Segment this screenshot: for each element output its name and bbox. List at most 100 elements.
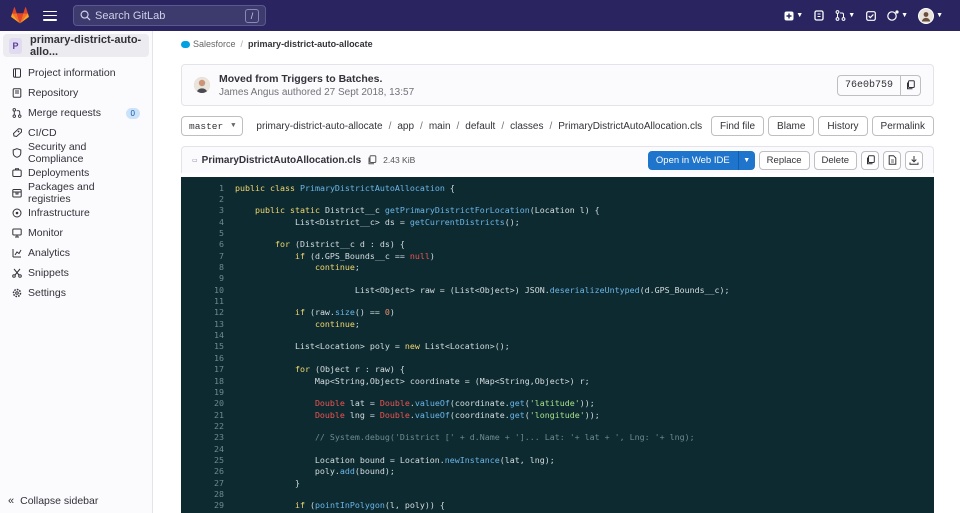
- sidebar-item-snippets[interactable]: Snippets: [0, 263, 152, 283]
- line-number[interactable]: 20: [181, 398, 235, 408]
- merge-requests-nav-button[interactable]: ▼: [832, 6, 858, 26]
- user-avatar: [918, 7, 935, 24]
- line-number[interactable]: 13: [181, 319, 235, 329]
- sidebar-item-repository[interactable]: Repository: [0, 83, 152, 103]
- sidebar-item-merge-requests[interactable]: Merge requests 0: [0, 103, 152, 123]
- path-segment[interactable]: primary-district-auto-allocate: [256, 121, 382, 132]
- permalink-button[interactable]: Permalink: [871, 116, 934, 136]
- code-line: 14: [181, 329, 934, 340]
- line-number[interactable]: 12: [181, 307, 235, 317]
- issues-icon: [814, 10, 824, 21]
- sidebar: P primary-district-auto-allo... Project …: [0, 31, 153, 513]
- line-number[interactable]: 7: [181, 251, 235, 261]
- line-number[interactable]: 18: [181, 376, 235, 386]
- deployments-icon: [12, 168, 22, 178]
- line-number[interactable]: 11: [181, 296, 235, 306]
- line-number[interactable]: 27: [181, 478, 235, 488]
- open-raw-button[interactable]: [883, 150, 901, 170]
- copy-path-icon[interactable]: [367, 155, 377, 165]
- sidebar-item-label: Merge requests: [28, 107, 101, 119]
- delete-button[interactable]: Delete: [813, 150, 857, 170]
- history-button[interactable]: History: [818, 116, 868, 136]
- replace-button[interactable]: Replace: [758, 150, 810, 170]
- path-segment[interactable]: app: [397, 121, 414, 132]
- line-number[interactable]: 4: [181, 217, 235, 227]
- find-file-button[interactable]: Find file: [711, 116, 765, 136]
- open-in-web-ide-button[interactable]: Open in Web IDE: [647, 150, 738, 170]
- download-button[interactable]: [905, 150, 923, 170]
- sidebar-item-packages[interactable]: Packages and registries: [0, 181, 152, 205]
- code-viewer: 1 public class PrimaryDistrictAutoAllocat…: [181, 177, 934, 513]
- user-menu-button[interactable]: ▼: [915, 6, 946, 26]
- line-number[interactable]: 3: [181, 205, 235, 215]
- path-segment[interactable]: classes: [510, 121, 543, 132]
- line-number[interactable]: 8: [181, 262, 235, 272]
- cloud-icon: [12, 208, 22, 218]
- line-number[interactable]: 29: [181, 500, 235, 510]
- sidebar-item-infrastructure[interactable]: Infrastructure: [0, 203, 152, 223]
- todos-button[interactable]: [862, 6, 880, 26]
- line-number[interactable]: 10: [181, 285, 235, 295]
- web-ide-dropdown-button[interactable]: ▼: [737, 150, 755, 170]
- sidebar-item-deployments[interactable]: Deployments: [0, 163, 152, 183]
- help-button[interactable]: ▼: [884, 6, 911, 26]
- line-number[interactable]: 24: [181, 444, 235, 454]
- line-content: Map<String,Object> coordinate = (Map<Str…: [235, 375, 590, 386]
- code-line: 16: [181, 352, 934, 363]
- line-number[interactable]: 16: [181, 353, 235, 363]
- line-number[interactable]: 25: [181, 455, 235, 465]
- sidebar-item-settings[interactable]: Settings: [0, 283, 152, 303]
- line-number[interactable]: 6: [181, 239, 235, 249]
- sidebar-item-project-information[interactable]: Project information: [0, 63, 152, 83]
- line-number[interactable]: 2: [181, 194, 235, 204]
- breadcrumb-separator: /: [240, 39, 244, 49]
- chevron-down-icon: ▼: [231, 122, 236, 130]
- sidebar-item-cicd[interactable]: CI/CD: [0, 123, 152, 143]
- sidebar-item-monitor[interactable]: Monitor: [0, 223, 152, 243]
- analytics-icon: [12, 248, 22, 258]
- line-number[interactable]: 15: [181, 341, 235, 351]
- branch-selector[interactable]: master ▼: [181, 116, 244, 136]
- breadcrumb-group-link[interactable]: Salesforce: [193, 39, 236, 49]
- sidebar-item-label: Packages and registries: [28, 181, 95, 205]
- code-line: 22: [181, 420, 934, 431]
- issues-button[interactable]: [810, 6, 828, 26]
- path-segment[interactable]: default: [465, 121, 495, 132]
- copy-contents-button[interactable]: [861, 150, 879, 170]
- line-number[interactable]: 21: [181, 410, 235, 420]
- line-number[interactable]: 26: [181, 466, 235, 476]
- commit-title[interactable]: Moved from Triggers to Batches.: [219, 73, 414, 85]
- breadcrumb-project-link[interactable]: primary-district-auto-allocate: [248, 39, 373, 49]
- info-icon: [12, 68, 22, 78]
- search-input[interactable]: Search GitLab /: [73, 5, 266, 26]
- gitlab-logo-icon[interactable]: [10, 6, 30, 26]
- blame-button[interactable]: Blame: [768, 116, 815, 136]
- code-line: 26 poly.add(bound);: [181, 466, 934, 477]
- code-line: 12 if (raw.size() == 0): [181, 307, 934, 318]
- collapse-sidebar-label: Collapse sidebar: [20, 495, 99, 507]
- sidebar-project-header[interactable]: P primary-district-auto-allo...: [3, 34, 149, 58]
- path-segment[interactable]: main: [429, 121, 451, 132]
- last-commit-box: Moved from Triggers to Batches. James An…: [181, 64, 934, 106]
- copy-icon: [866, 155, 875, 165]
- code-line: 10 List<Object> raw = (List<Object>) JSO…: [181, 284, 934, 295]
- copy-sha-button[interactable]: [901, 74, 921, 96]
- line-number[interactable]: 14: [181, 330, 235, 340]
- path-segment-current[interactable]: PrimaryDistrictAutoAllocation.cls: [558, 121, 702, 132]
- line-number[interactable]: 1: [181, 183, 235, 193]
- create-new-button[interactable]: ▼: [781, 6, 806, 26]
- sidebar-item-analytics[interactable]: Analytics: [0, 243, 152, 263]
- menu-icon[interactable]: [42, 8, 58, 24]
- sidebar-item-security[interactable]: Security and Compliance: [0, 141, 152, 165]
- line-number[interactable]: 28: [181, 489, 235, 499]
- line-number[interactable]: 23: [181, 432, 235, 442]
- collapse-sidebar-button[interactable]: « Collapse sidebar: [8, 495, 98, 507]
- line-number[interactable]: 17: [181, 364, 235, 374]
- line-number[interactable]: 9: [181, 273, 235, 283]
- line-number[interactable]: 22: [181, 421, 235, 431]
- line-number[interactable]: 19: [181, 387, 235, 397]
- commit-author-avatar[interactable]: [194, 77, 210, 93]
- line-content: Double lng = Double.valueOf(coordinate.g…: [314, 409, 600, 420]
- line-number[interactable]: 5: [181, 228, 235, 238]
- commit-sha-button[interactable]: 76e0b759: [836, 74, 901, 96]
